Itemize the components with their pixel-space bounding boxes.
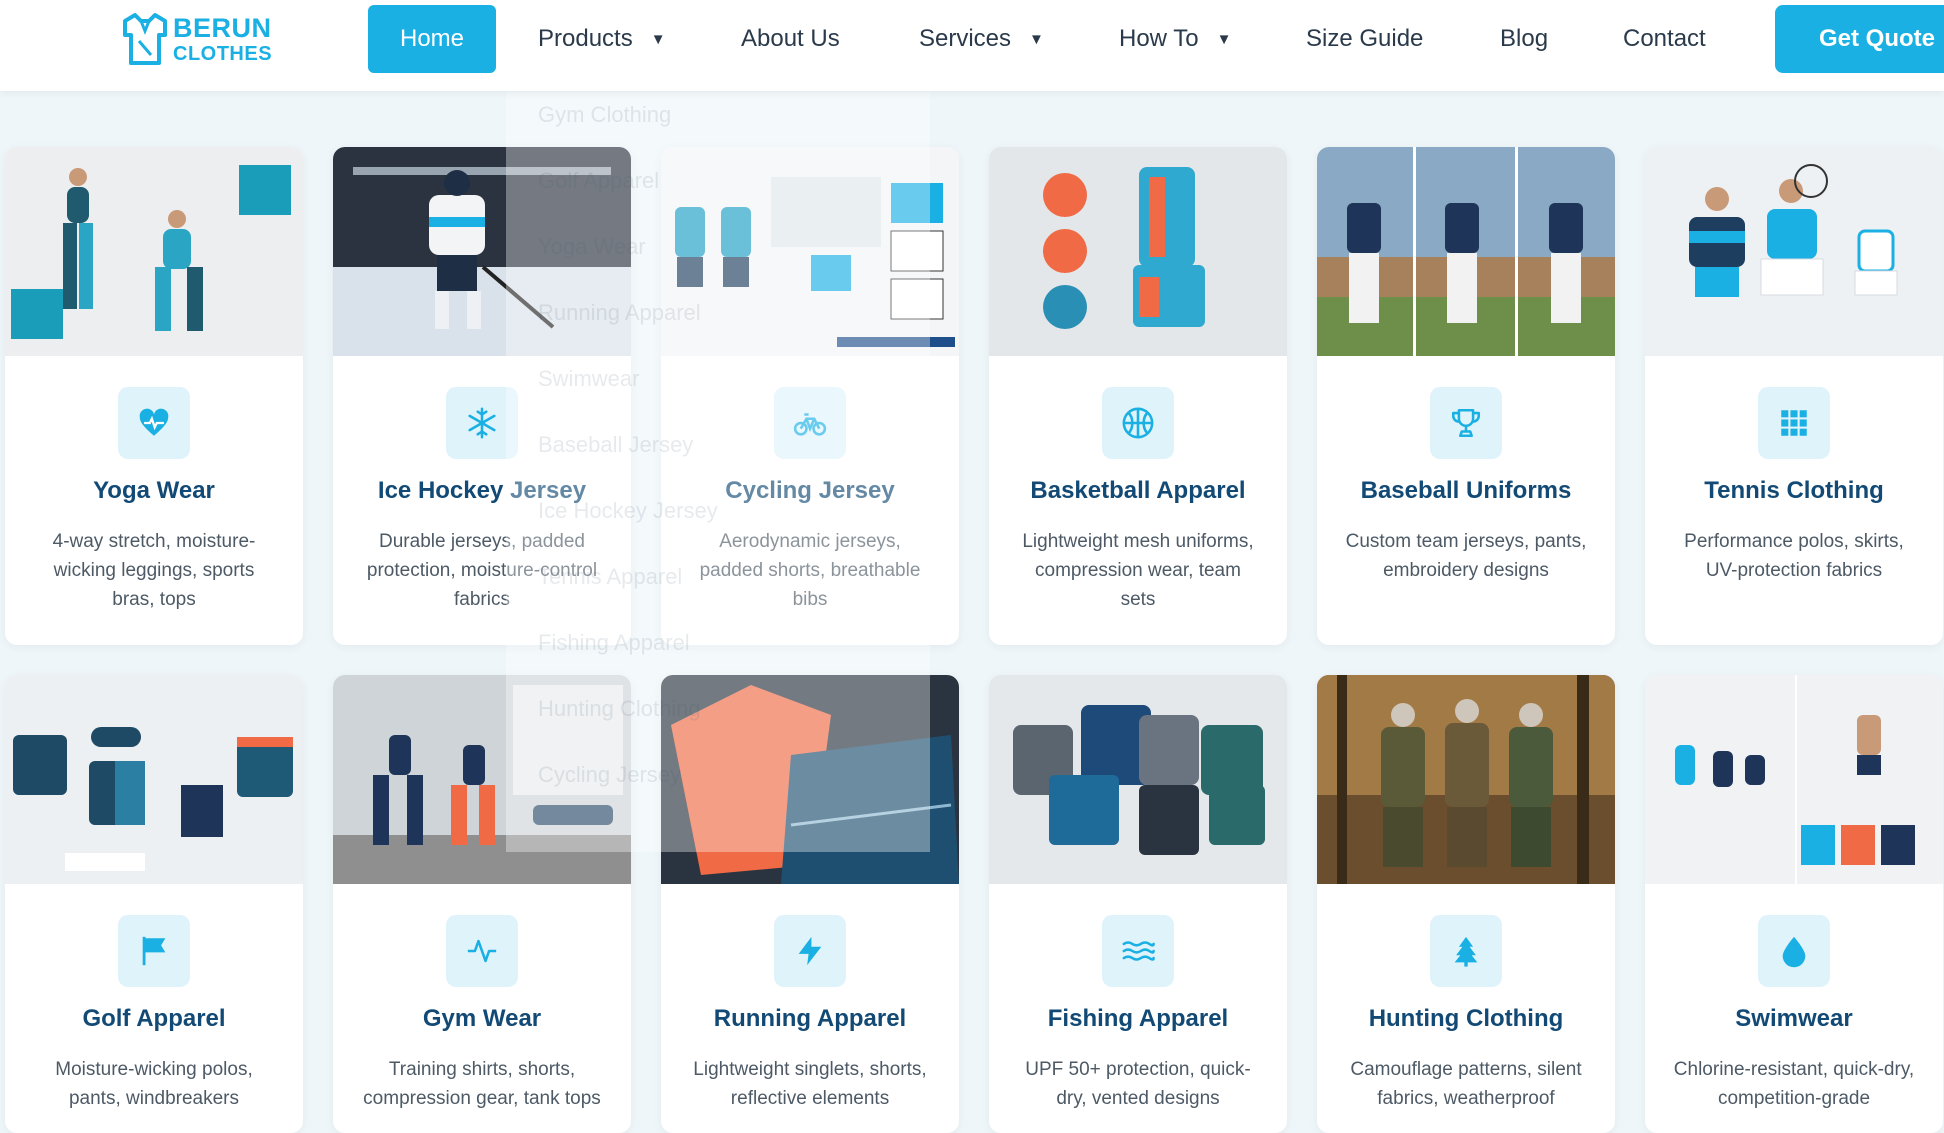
brand-logo[interactable]: BERUN CLOTHES <box>119 11 272 67</box>
card-description: Lightweight mesh uniforms, compression w… <box>1022 531 1254 610</box>
nav-products-label: Products <box>538 25 633 52</box>
card-title: Golf Apparel <box>82 1005 226 1032</box>
card-image <box>333 675 631 884</box>
water-drop-icon <box>1758 915 1830 987</box>
get-quote-button[interactable]: Get Quote <box>1775 5 1944 73</box>
card-yoga-wear[interactable]: Yoga Wear 4-way stretch, moisture-wickin… <box>5 147 303 645</box>
nav-products[interactable]: Products ▼ <box>538 5 666 73</box>
card-description: Training shirts, shorts, compression gea… <box>363 1059 601 1109</box>
card-title: Hunting Clothing <box>1368 1005 1564 1032</box>
card-image <box>1317 675 1615 884</box>
brand-name: BERUN <box>173 12 272 43</box>
card-image <box>661 675 959 884</box>
nav-blog-label: Blog <box>1500 25 1549 52</box>
card-image <box>1317 147 1615 356</box>
site-header: BERUN CLOTHES Home Products ▼ About Us S… <box>0 0 1944 91</box>
card-description: Moisture-wicking polos, pants, windbreak… <box>55 1059 253 1109</box>
card-title: Running Apparel <box>713 1005 907 1032</box>
card-description: Lightweight singlets, shorts, reflective… <box>693 1059 927 1109</box>
card-image <box>989 147 1287 356</box>
card-running-apparel[interactable]: Running Apparel Lightweight singlets, sh… <box>661 675 959 1133</box>
nav-services-label: Services <box>919 25 1012 52</box>
card-title: Basketball Apparel <box>1030 477 1246 504</box>
nav-contact-label: Contact <box>1623 25 1706 52</box>
lightning-icon <box>774 915 846 987</box>
nav-howto[interactable]: How To ▼ <box>1119 5 1231 73</box>
nav-about-label: About Us <box>741 25 840 52</box>
brand-subname: CLOTHES <box>173 42 273 65</box>
card-image <box>1645 675 1943 884</box>
card-description: Custom team jerseys, pants, embroidery d… <box>1345 531 1587 581</box>
card-description: 4-way stretch, moisture-wicking leggings… <box>52 531 256 610</box>
card-description: Chlorine-resistant, quick-dry, competiti… <box>1673 1059 1915 1109</box>
heart-pulse-icon <box>118 387 190 459</box>
bicycle-icon <box>774 387 846 459</box>
card-title: Baseball Uniforms <box>1360 477 1572 504</box>
shirt-logo-icon <box>123 13 167 65</box>
grid-icon <box>1758 387 1830 459</box>
card-hunting-clothing[interactable]: Hunting Clothing Camouflage patterns, si… <box>1317 675 1615 1133</box>
card-description: UPF 50+ protection, quick-dry, vented de… <box>1025 1059 1251 1109</box>
nav-about[interactable]: About Us <box>741 5 840 73</box>
card-description: Performance polos, skirts, UV-protection… <box>1684 531 1904 581</box>
trophy-icon <box>1430 387 1502 459</box>
flag-icon <box>118 915 190 987</box>
nav-contact[interactable]: Contact <box>1623 5 1706 73</box>
card-title: Fishing Apparel <box>1047 1005 1229 1032</box>
card-image <box>5 147 303 356</box>
card-title: Gym Wear <box>422 1005 542 1032</box>
nav-home[interactable]: Home <box>368 5 496 73</box>
card-gym-wear[interactable]: Gym Wear Training shirts, shorts, compre… <box>333 675 631 1133</box>
nav-blog[interactable]: Blog <box>1500 5 1548 73</box>
card-golf-apparel[interactable]: Golf Apparel Moisture-wicking polos, pan… <box>5 675 303 1133</box>
waves-icon <box>1102 915 1174 987</box>
card-description: Aerodynamic jerseys, padded shorts, brea… <box>699 531 921 610</box>
card-image <box>989 675 1287 884</box>
activity-icon <box>446 915 518 987</box>
nav-services[interactable]: Services ▼ <box>919 5 1044 73</box>
card-title: Swimwear <box>1735 1005 1853 1032</box>
card-basketball-apparel[interactable]: Basketball Apparel Lightweight mesh unif… <box>989 147 1287 645</box>
chevron-down-icon: ▼ <box>650 30 666 48</box>
card-tennis-clothing[interactable]: Tennis Clothing Performance polos, skirt… <box>1645 147 1943 645</box>
card-description: Durable jerseys, padded protection, mois… <box>366 531 598 610</box>
card-title: Yoga Wear <box>93 477 215 504</box>
card-image <box>1645 147 1943 356</box>
card-image <box>5 675 303 884</box>
chevron-down-icon: ▼ <box>1029 30 1044 48</box>
card-title: Tennis Clothing <box>1704 477 1884 504</box>
card-title: Ice Hockey Jersey <box>377 477 587 504</box>
card-description: Camouflage patterns, silent fabrics, wea… <box>1350 1059 1582 1109</box>
card-cycling-jersey[interactable]: Cycling Jersey Aerodynamic jerseys, padd… <box>661 147 959 645</box>
card-ice-hockey-jersey[interactable]: Ice Hockey Jersey Durable jerseys, padde… <box>333 147 631 645</box>
card-image <box>333 147 631 356</box>
snowflake-icon <box>446 387 518 459</box>
tree-icon <box>1430 915 1502 987</box>
nav-size-guide-label: Size Guide <box>1306 25 1424 52</box>
ghost-menu-item: Gym Clothing <box>538 102 672 127</box>
card-swimwear[interactable]: Swimwear Chlorine-resistant, quick-dry, … <box>1645 675 1943 1133</box>
card-title: Cycling Jersey <box>725 477 895 504</box>
nav-size-guide[interactable]: Size Guide <box>1306 5 1423 73</box>
card-baseball-uniforms[interactable]: Baseball Uniforms Custom team jerseys, p… <box>1317 147 1615 645</box>
card-image <box>661 147 959 356</box>
basketball-icon <box>1102 387 1174 459</box>
chevron-down-icon: ▼ <box>1216 30 1232 48</box>
card-fishing-apparel[interactable]: Fishing Apparel UPF 50+ protection, quic… <box>989 675 1287 1133</box>
nav-howto-label: How To <box>1119 25 1199 52</box>
